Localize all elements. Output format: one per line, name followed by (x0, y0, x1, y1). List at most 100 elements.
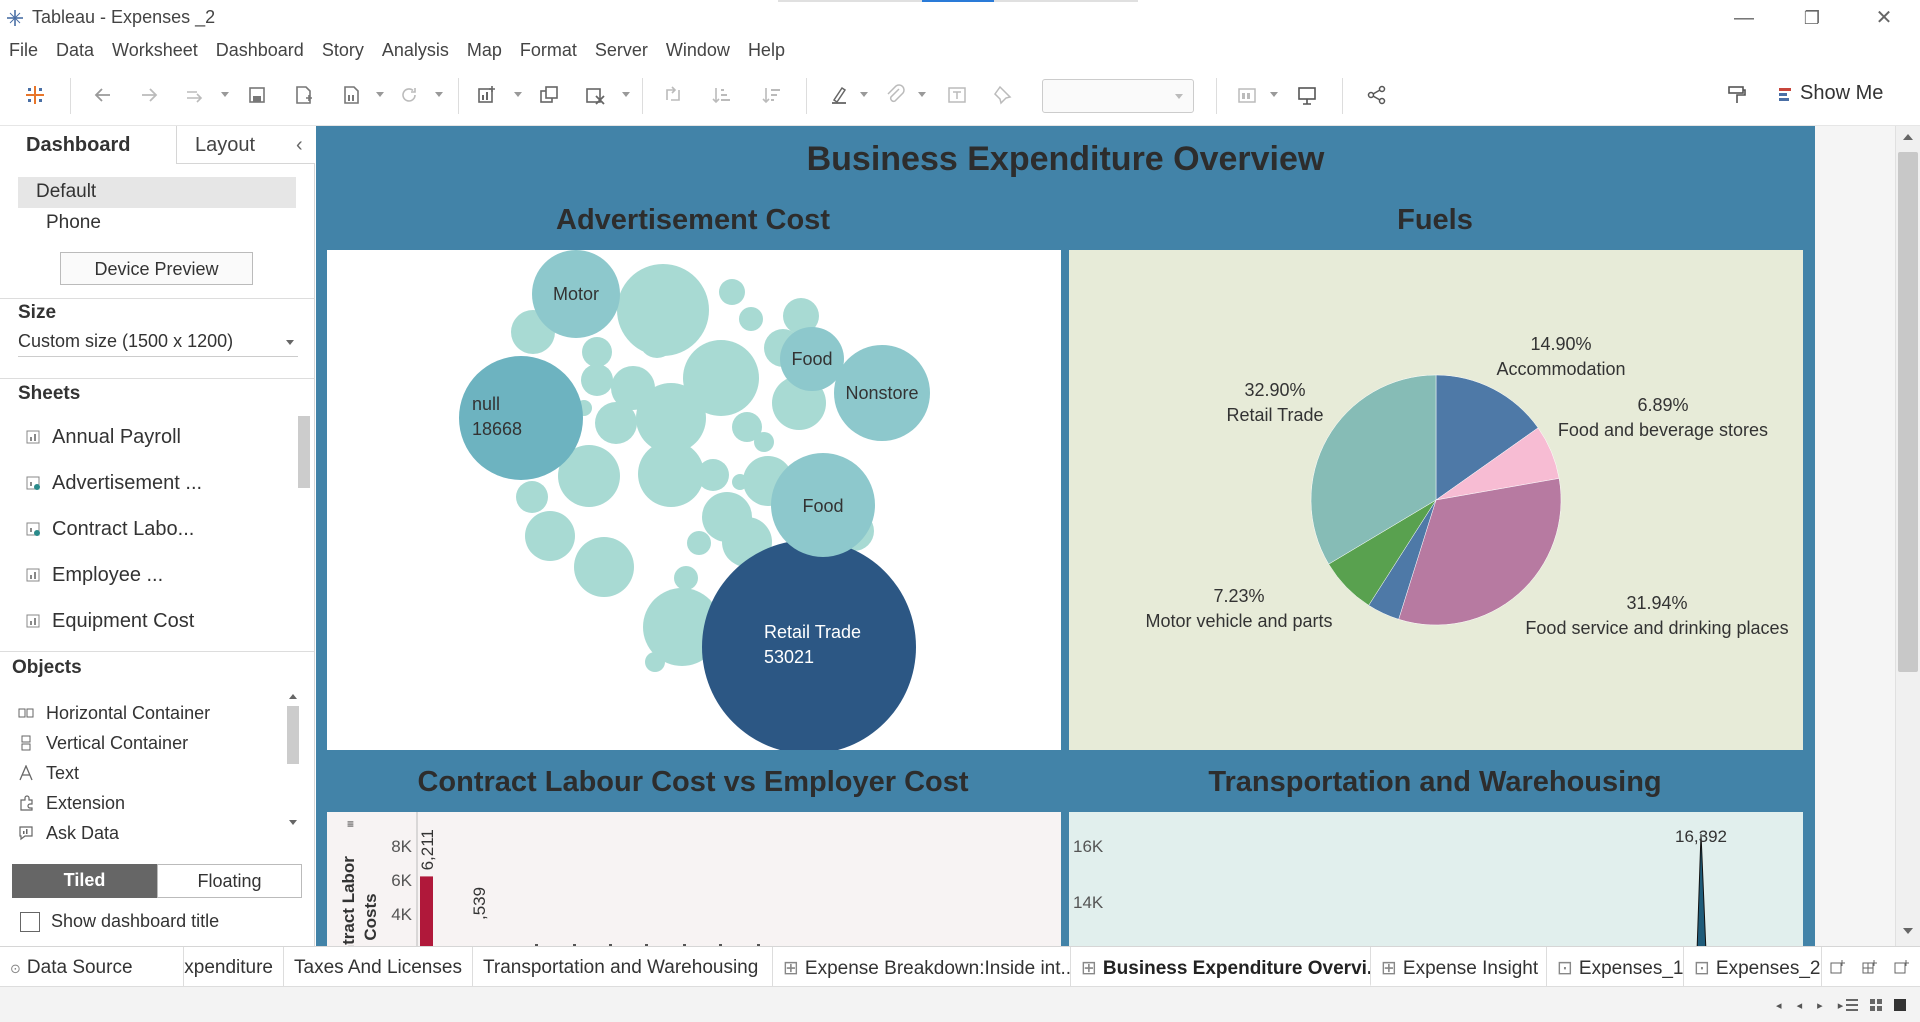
show-title-checkbox[interactable] (20, 912, 40, 932)
tab-expenditure[interactable]: Expenditure (184, 947, 284, 987)
bubble[interactable] (687, 531, 711, 555)
size-dropdown-caret-icon[interactable] (286, 340, 294, 345)
device-phone[interactable]: Phone (46, 212, 101, 234)
bubble[interactable] (754, 432, 774, 452)
menu-window[interactable]: Window (657, 36, 739, 66)
sheets-scrollbar[interactable] (298, 416, 310, 488)
fuels-panel[interactable]: 14.90% Accommodation 6.89% Food and beverag… (1069, 250, 1803, 750)
area-chart[interactable]: 16K 14K 16,392 (1069, 812, 1803, 946)
replay-icon[interactable] (184, 84, 206, 106)
swap-icon[interactable] (662, 84, 684, 106)
menu-worksheet[interactable]: Worksheet (103, 36, 207, 66)
object-text[interactable]: Text (18, 760, 79, 786)
new-datasource-icon[interactable] (292, 84, 314, 106)
redo-icon[interactable] (138, 84, 160, 106)
fix-axes-icon[interactable] (992, 84, 1014, 106)
floating-toggle[interactable]: Floating (157, 864, 302, 898)
filmstrip-view-icon[interactable] (1846, 999, 1858, 1011)
show-me-button[interactable]: Show Me (1800, 82, 1883, 105)
tab-navigation-arrows[interactable]: ◂ ◂ ▸ ▸ (1776, 999, 1849, 1012)
menu-map[interactable]: Map (458, 36, 511, 66)
tab-taxes-and-licenses[interactable]: Taxes And Licenses (284, 947, 473, 987)
menu-server[interactable]: Server (586, 36, 657, 66)
tab-data-source[interactable]: ⊙ Data Source (0, 947, 184, 987)
bubble[interactable] (645, 652, 665, 672)
scrollbar-thumb[interactable] (1898, 152, 1918, 672)
menu-dashboard[interactable]: Dashboard (207, 36, 313, 66)
show-me-icon[interactable] (1778, 86, 1792, 104)
new-worksheet-icon[interactable] (476, 84, 498, 106)
restore-button[interactable]: ❐ (1790, 4, 1834, 32)
scroll-up-icon[interactable] (1903, 134, 1913, 140)
refresh-icon[interactable] (398, 84, 420, 106)
undo-icon[interactable] (92, 84, 114, 106)
bubble[interactable] (516, 481, 548, 513)
bar-chart[interactable]: 8K 6K 4K Contract Labor Costs 6,211 ,539 ≡ (327, 812, 1061, 946)
y-axis-title[interactable]: Contract Labor Costs (339, 856, 380, 946)
sheet-item-contract-labor[interactable]: Contract Labo... (26, 514, 194, 544)
tab-expenses-1[interactable]: ⊡ Expenses_1 (1547, 947, 1684, 987)
objects-scrollbar[interactable] (286, 692, 300, 832)
clear-sheet-icon[interactable] (584, 84, 606, 106)
menu-analysis[interactable]: Analysis (373, 36, 458, 66)
bar[interactable] (420, 876, 433, 946)
bubble[interactable] (719, 279, 745, 305)
bubble[interactable] (639, 322, 675, 358)
tableau-logo-icon[interactable] (24, 84, 46, 106)
advertisement-panel[interactable]: Retail Trade 53021 null 18668 Motor Food Nonst… (327, 250, 1061, 750)
close-button[interactable]: ✕ (1862, 4, 1906, 32)
bubble[interactable] (589, 348, 607, 366)
show-mark-labels-icon[interactable] (946, 84, 968, 106)
object-vertical-container[interactable]: Vertical Container (18, 730, 188, 756)
fit-dropdown[interactable] (1042, 79, 1194, 113)
sheet-sorter-icon[interactable] (1870, 999, 1882, 1011)
tabs-view-icon[interactable] (1894, 999, 1906, 1011)
bubble-retail-trade[interactable] (702, 540, 916, 750)
menu-story[interactable]: Story (313, 36, 373, 66)
object-ask-data[interactable]: Ask Data (18, 820, 119, 846)
tab-dashboard[interactable]: Dashboard (0, 126, 176, 164)
share-icon[interactable] (1366, 84, 1388, 106)
save-icon[interactable] (246, 84, 268, 106)
bubble-null[interactable] (459, 356, 583, 480)
canvas-vertical-scrollbar[interactable] (1895, 126, 1920, 946)
tiled-toggle[interactable]: Tiled (12, 864, 157, 898)
sort-ascending-icon[interactable] (710, 84, 732, 106)
bubble[interactable] (581, 364, 613, 396)
object-extension[interactable]: Extension (18, 790, 125, 816)
sheet-item-employee[interactable]: Employee ... (26, 560, 163, 590)
bubble[interactable] (574, 537, 634, 597)
size-dropdown[interactable]: Custom size (1500 x 1200) (18, 331, 233, 352)
presentation-mode-icon[interactable] (1296, 84, 1318, 106)
show-cards-icon[interactable] (1236, 84, 1258, 106)
collapse-pane-button[interactable]: ‹ (296, 134, 303, 157)
new-worksheet-tab-icon[interactable] (1830, 959, 1846, 975)
device-preview-button[interactable]: Device Preview (60, 252, 253, 285)
sort-descending-icon[interactable] (760, 84, 782, 106)
scroll-down-icon[interactable] (1903, 928, 1913, 934)
tab-business-expenditure-overview[interactable]: ⊞ Business Expenditure Overvi... (1071, 947, 1371, 987)
bubble[interactable] (674, 566, 698, 590)
menu-format[interactable]: Format (511, 36, 586, 66)
pause-autoupdate-icon[interactable] (340, 84, 362, 106)
bubble[interactable] (595, 402, 637, 444)
tab-expense-insight[interactable]: ⊞ Expense Insight (1371, 947, 1547, 987)
tab-transportation-warehousing[interactable]: Transportation and Warehousing (473, 947, 773, 987)
area-peak[interactable] (1696, 833, 1707, 946)
menu-data[interactable]: Data (47, 36, 103, 66)
highlight-icon[interactable] (828, 84, 850, 106)
bubble[interactable] (739, 307, 763, 331)
menu-file[interactable]: File (0, 36, 47, 66)
new-dashboard-tab-icon[interactable] (1862, 959, 1878, 975)
tab-expenses-2[interactable]: ⊡ Expenses_2 (1684, 947, 1822, 987)
duplicate-icon[interactable] (538, 84, 560, 106)
group-members-icon[interactable] (884, 84, 906, 106)
transport-panel[interactable]: 16K 14K 16,392 (1069, 812, 1803, 946)
bubble[interactable] (525, 511, 575, 561)
sheet-item-advertisement[interactable]: Advertisement ... (26, 468, 202, 498)
pie-chart[interactable]: 14.90% Accommodation 6.89% Food and beverag… (1069, 250, 1803, 750)
sheet-item-annual-payroll[interactable]: Annual Payroll (26, 422, 181, 452)
format-painter-icon[interactable] (1726, 84, 1748, 106)
bubble-chart[interactable]: Retail Trade 53021 null 18668 Motor Food Nonst… (327, 250, 1061, 750)
sheet-item-equipment-cost[interactable]: Equipment Cost (26, 606, 194, 636)
